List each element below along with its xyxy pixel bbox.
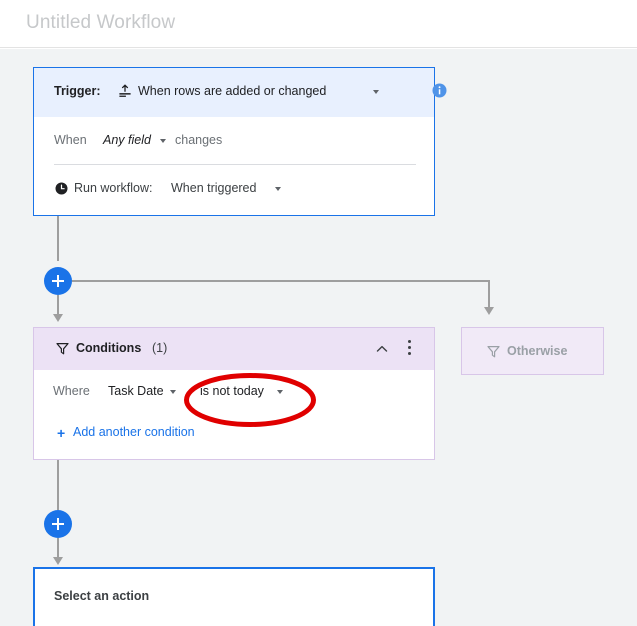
trigger-when-suffix: changes	[175, 133, 223, 147]
page-title[interactable]: Untitled Workflow	[26, 12, 175, 34]
connector-arrow	[484, 307, 494, 315]
add-step-button-1[interactable]	[44, 267, 72, 295]
trigger-label: Trigger:	[54, 84, 101, 98]
chevron-down-icon[interactable]	[275, 187, 281, 191]
add-condition-row[interactable]: + Add another condition	[34, 413, 434, 459]
workflow-canvas: Trigger: When rows are added or changed	[0, 49, 637, 626]
trigger-field-select[interactable]: Any field	[103, 133, 151, 147]
add-condition-link[interactable]: Add another condition	[73, 425, 195, 439]
action-card-title: Select an action	[54, 589, 150, 603]
conditions-count: (1)	[152, 341, 168, 355]
trigger-run-row: Run workflow: When triggered	[34, 165, 434, 215]
trigger-when-prefix: When	[54, 133, 87, 147]
chevron-down-icon[interactable]	[160, 139, 166, 143]
condition-operator-select[interactable]: is not today	[200, 384, 264, 398]
chevron-down-icon[interactable]	[170, 390, 176, 394]
conditions-card-header: Conditions (1)	[34, 328, 434, 370]
connector-branch-vertical	[488, 280, 490, 308]
filter-icon	[487, 345, 500, 358]
condition-row: Where Task Date is not today	[34, 370, 434, 413]
otherwise-label: Otherwise	[507, 344, 568, 358]
chevron-down-icon[interactable]	[277, 390, 283, 394]
connector-line	[57, 538, 59, 559]
kebab-menu-icon[interactable]	[408, 340, 412, 358]
conditions-card[interactable]: Conditions (1) Where Task Date is not to…	[33, 327, 435, 460]
otherwise-card[interactable]: Otherwise	[461, 327, 604, 375]
plus-icon: +	[57, 425, 66, 441]
filter-icon	[56, 342, 69, 355]
connector-line	[57, 216, 59, 261]
info-icon[interactable]	[432, 83, 447, 98]
connector-arrow	[53, 557, 63, 565]
chevron-up-icon[interactable]	[375, 342, 389, 356]
trigger-when-row: When Any field changes	[34, 117, 434, 165]
clock-icon	[55, 182, 68, 195]
conditions-title: Conditions	[76, 341, 142, 355]
trigger-card-header: Trigger: When rows are added or changed	[34, 68, 447, 117]
trigger-type-value[interactable]: When rows are added or changed	[138, 84, 326, 98]
connector-branch-line	[72, 280, 489, 282]
trigger-card[interactable]: Trigger: When rows are added or changed	[33, 67, 447, 216]
chevron-down-icon[interactable]	[373, 90, 379, 94]
condition-prefix: Where	[53, 384, 90, 398]
condition-field-select[interactable]: Task Date	[108, 384, 164, 398]
add-step-button-2[interactable]	[44, 510, 72, 538]
run-workflow-select[interactable]: When triggered	[171, 181, 256, 195]
app-header: Untitled Workflow	[0, 0, 637, 48]
connector-line	[57, 295, 59, 316]
import-rows-icon	[118, 84, 132, 98]
connector-arrow	[53, 314, 63, 322]
connector-line	[57, 460, 59, 510]
action-card[interactable]: Select an action	[33, 567, 435, 626]
run-workflow-label: Run workflow:	[74, 181, 153, 195]
